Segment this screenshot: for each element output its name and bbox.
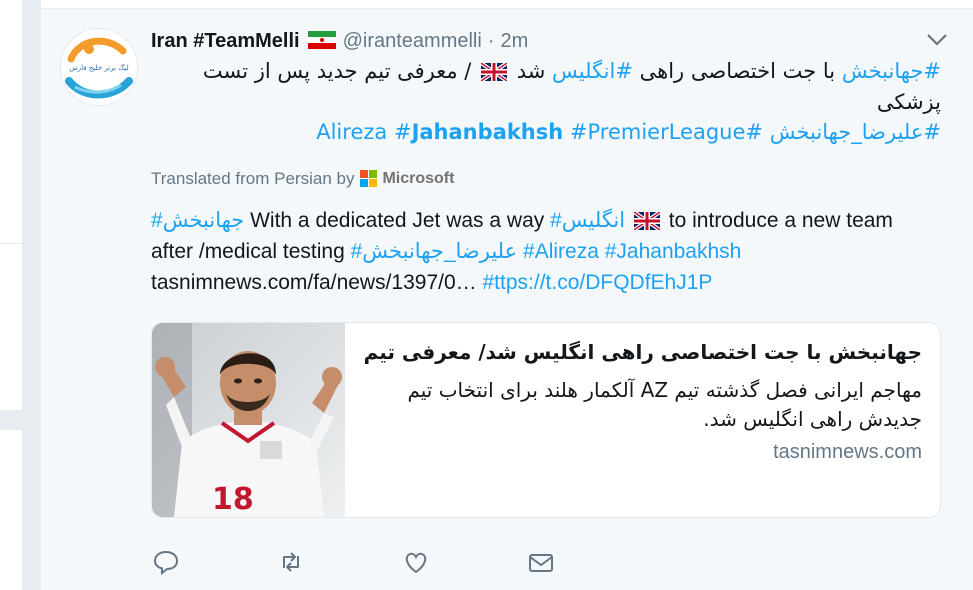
tweet-header: Iran #TeamMelli @iranteammelli · 2m — [151, 28, 528, 54]
card-domain: tasnimnews.com — [773, 441, 922, 463]
hashtag-link[interactable]: #PremierLeague — [570, 120, 746, 144]
hashtag-link[interactable]: #علیرضا_جهانبخش — [770, 120, 941, 144]
hashtag-link[interactable]: #جهانبخش — [151, 209, 244, 232]
hashtag-link[interactable]: #Jahanbakhsh — [394, 120, 563, 144]
handle[interactable]: @iranteammelli — [343, 30, 482, 53]
translation-line-1: #جهانبخش With a dedicated Jet was a way … — [151, 205, 951, 236]
message-icon[interactable] — [526, 547, 556, 577]
translation-text: With a dedicated Jet was a way — [244, 209, 551, 232]
article-link[interactable]: tasnimnews.com/fa/news/1397/0… — [151, 271, 477, 294]
timestamp[interactable]: 2m — [500, 30, 528, 53]
translator-name: Microsoft — [382, 170, 455, 187]
translated-label: Translated from Persian by — [151, 169, 355, 188]
avatar[interactable]: لیگ برتر خلیج فارس — [60, 28, 138, 106]
short-link[interactable]: #ttps://t.co/DFQDfEhJ1P — [483, 271, 713, 294]
previous-tweet-edge — [41, 0, 973, 9]
uk-flag-icon — [479, 59, 509, 83]
tweet-text-line-2: پزشکی — [876, 90, 941, 114]
translation-line-3: tasnimnews.com/fa/news/1397/0… #ttps://t… — [151, 267, 951, 298]
tweet-text: شد — [510, 59, 553, 83]
hashtag-link[interactable]: #علیرضا_جهانبخش — [351, 240, 518, 263]
translation-text: after /medical testing — [151, 240, 351, 263]
card-thumbnail: 18 — [152, 323, 345, 517]
tweet-text: / معرفی تیم جدید پس از تست — [202, 59, 479, 83]
league-logo-icon: لیگ برتر خلیج فارس — [61, 29, 137, 105]
iran-flag-icon — [307, 31, 336, 49]
link-preview-card[interactable]: 18 جهانبخش با جت اختصاصی راهی انگلیس شد/… — [151, 322, 941, 518]
like-icon[interactable] — [401, 547, 431, 577]
hashtag-link[interactable]: #انگلیس — [552, 59, 633, 83]
tweet[interactable]: لیگ برتر خلیج فارس Iran #TeamMelli @iran… — [41, 9, 973, 590]
left-column — [0, 0, 22, 590]
tweet-text-line-1: #جهانبخش با جت اختصاصی راهی #انگلیس شد /… — [151, 56, 941, 86]
chevron-down-icon[interactable] — [926, 33, 948, 47]
separator: · — [487, 29, 495, 52]
left-divider-2 — [0, 410, 22, 430]
reply-icon[interactable] — [151, 547, 181, 577]
display-name[interactable]: Iran #TeamMelli — [151, 30, 300, 53]
hashtag-link[interactable]: #Jahanbakhsh — [605, 240, 742, 263]
card-title: جهانبخش با جت اختصاصی راهی انگلیس شد/ مع… — [362, 340, 922, 364]
card-body: جهانبخش با جت اختصاصی راهی انگلیس شد/ مع… — [345, 323, 940, 517]
retweet-icon[interactable] — [276, 547, 306, 577]
translation-line-2: after /medical testing #علیرضا_جهانبخش #… — [151, 236, 951, 267]
microsoft-logo-icon — [360, 170, 378, 188]
card-description: مهاجم ایرانی فصل گذشته تیم AZ آلکمار هلن… — [407, 378, 922, 431]
uk-flag-icon — [632, 208, 662, 232]
hashtag-link[interactable]: #انگلیس — [550, 209, 625, 232]
left-divider — [0, 243, 22, 244]
tweet-text: با جت اختصاصی راهی — [632, 59, 842, 83]
jersey-number: 18 — [212, 482, 254, 517]
timeline: لیگ برتر خلیج فارس Iran #TeamMelli @iran… — [40, 0, 973, 590]
hashtag-link[interactable]: #Alireza — [523, 240, 599, 263]
tweet-actions — [151, 547, 571, 577]
translation-attribution: Translated from Persian by Microsoft — [151, 169, 454, 189]
hashtag-link[interactable]: #جهانبخش — [842, 59, 941, 83]
tweet-text-line-3: #علیرضا_جهانبخش #Alireza #Jahanbakhsh #P… — [151, 117, 941, 147]
avatar-logo-text: لیگ برتر خلیج فارس — [69, 63, 129, 72]
translation-text: to introduce a new team — [662, 209, 893, 232]
